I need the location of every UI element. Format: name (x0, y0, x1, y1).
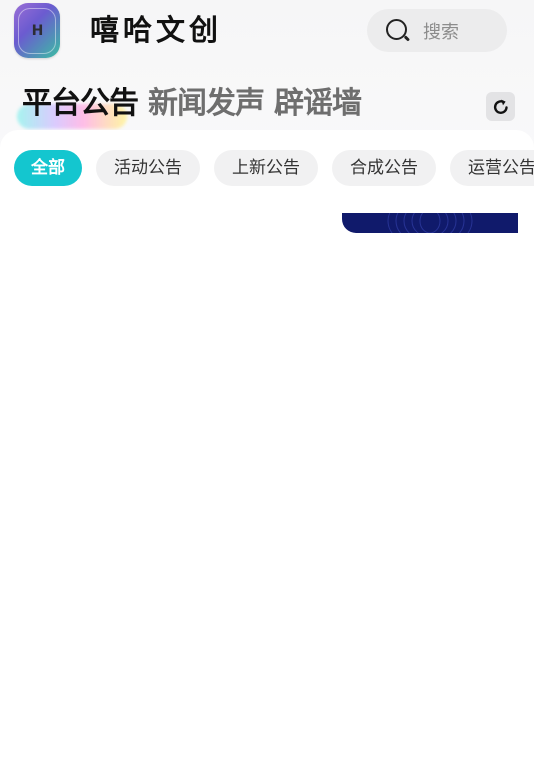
chip-new-release[interactable]: 上新公告 (214, 150, 318, 186)
filter-chip-row: 全部 活动公告 上新公告 合成公告 运营公告 (14, 150, 534, 186)
app-logo-letter: H (31, 22, 44, 39)
chip-operations[interactable]: 运营公告 (450, 150, 534, 186)
tab-news[interactable]: 新闻发声 (148, 82, 265, 126)
app-logo-ring: H (18, 7, 56, 54)
tab-platform-announcement[interactable]: 平台公告 (22, 82, 139, 126)
announcement-banner[interactable] (342, 213, 518, 233)
app-logo-icon: H (14, 3, 60, 58)
search-placeholder: 搜索 (423, 21, 459, 43)
chip-activity[interactable]: 活动公告 (96, 150, 200, 186)
search-icon (385, 18, 411, 44)
app-page: H 嘻哈文创 搜索 平台公告 新闻发声 辟谣墙 全部 活动公告 上新公告 合成公… (0, 0, 534, 783)
app-title: 嘻哈文创 (90, 13, 223, 47)
search-box[interactable]: 搜索 (367, 9, 507, 52)
banner-ripple-pattern (387, 213, 473, 233)
refresh-button[interactable] (486, 92, 515, 121)
refresh-icon (493, 99, 508, 114)
tab-rumor-wall[interactable]: 辟谣墙 (274, 82, 362, 126)
chip-synthesis[interactable]: 合成公告 (332, 150, 436, 186)
chip-all[interactable]: 全部 (14, 150, 82, 186)
